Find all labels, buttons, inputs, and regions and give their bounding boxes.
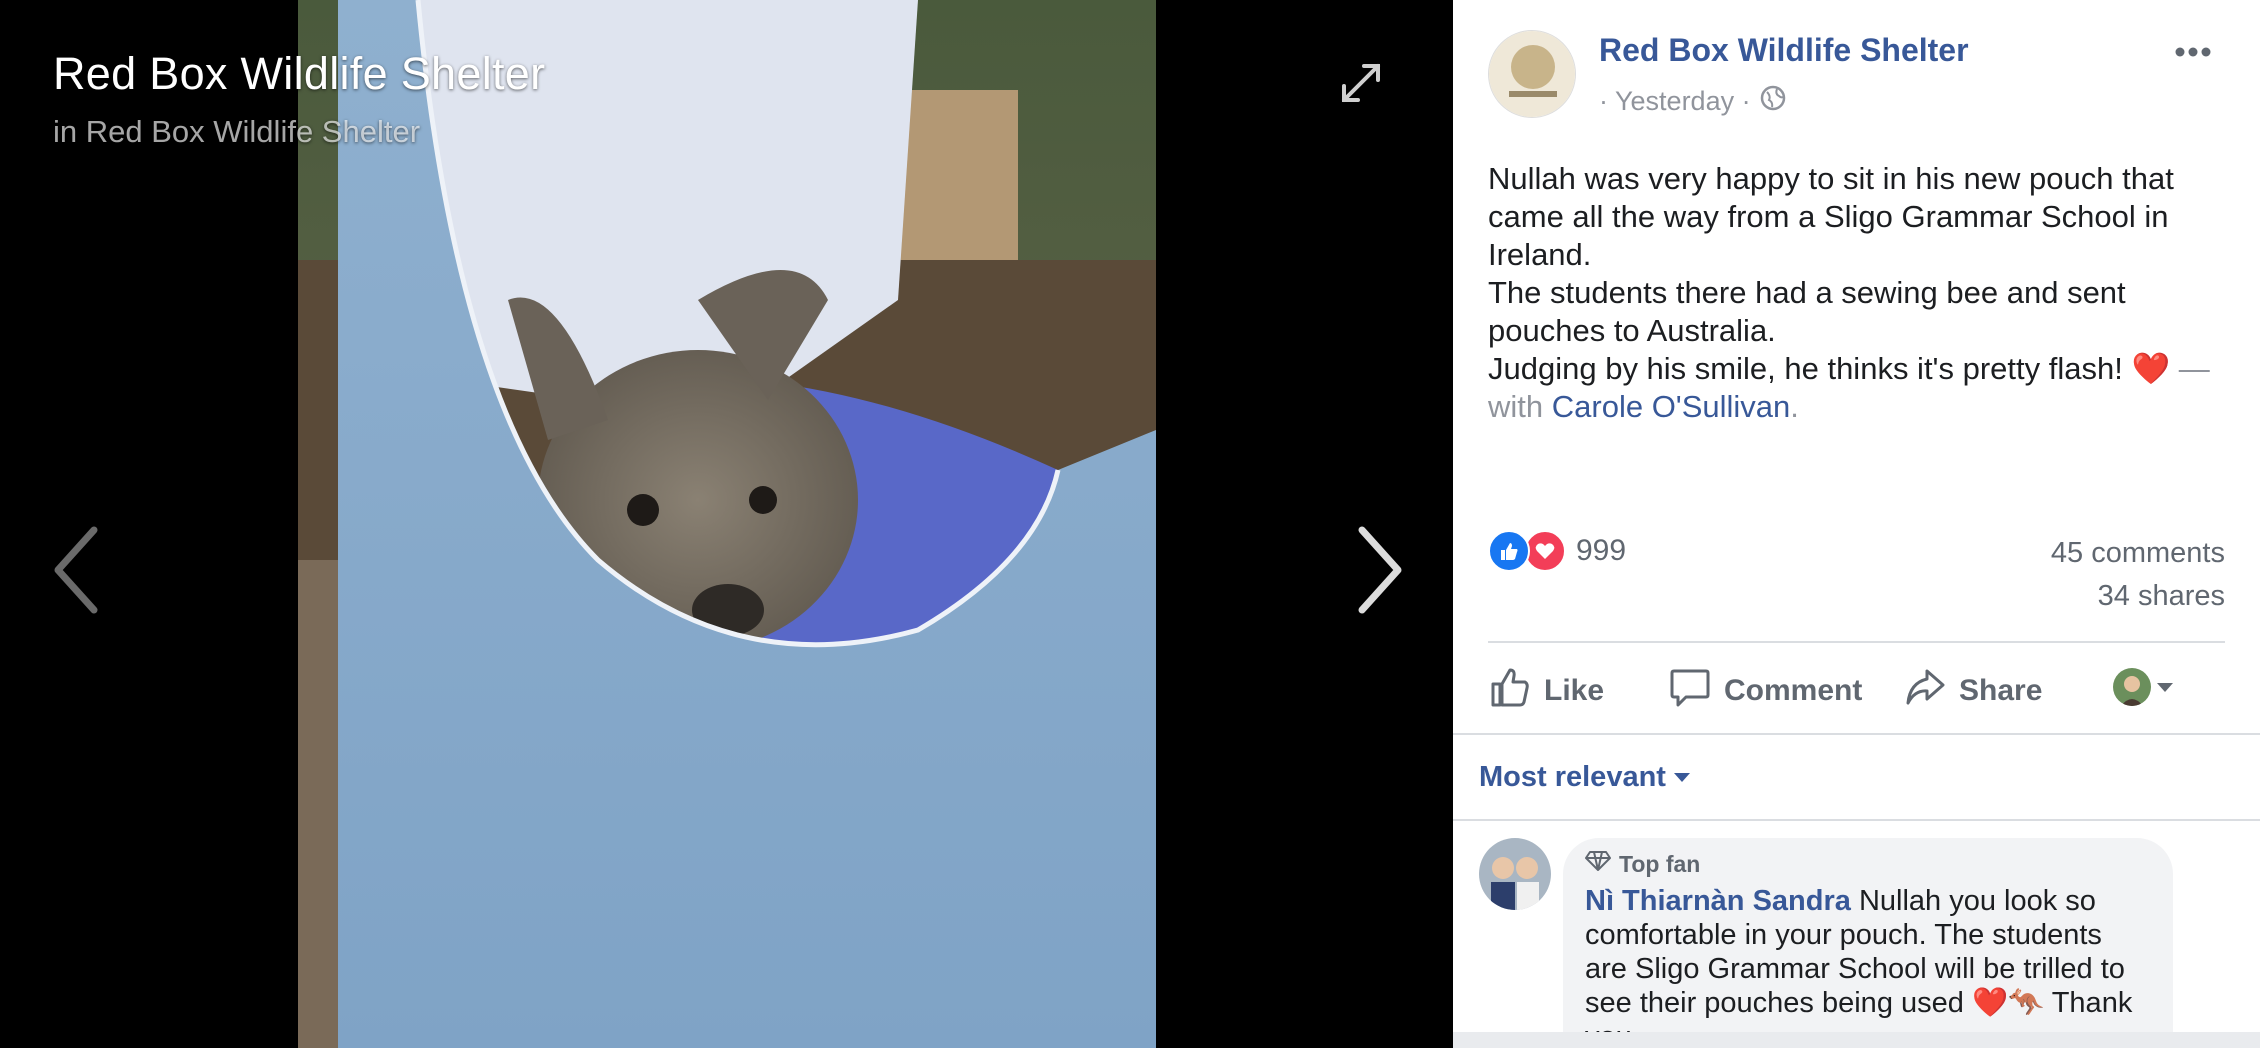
more-options-icon[interactable] — [2168, 32, 2218, 72]
sort-label: Most relevant — [1479, 761, 1666, 793]
diamond-icon — [1585, 850, 1611, 878]
post-panel: Red Box Wildlife Shelter · Yesterday · N… — [1453, 0, 2260, 1048]
sort-dropdown[interactable]: Most relevant — [1479, 761, 1690, 794]
like-button[interactable]: Like — [1488, 665, 1604, 717]
top-fan-label: Top fan — [1619, 850, 1701, 877]
top-fan-badge: Top fan — [1585, 850, 2151, 878]
post-text-line-2: The students there had a sewing bee and … — [1488, 275, 2126, 348]
share-button[interactable]: Share — [1903, 665, 2042, 717]
chevron-right-icon[interactable] — [1350, 520, 1410, 620]
with-label: with — [1488, 389, 1544, 424]
comment-author-link[interactable]: Nì Thiarnàn Sandra — [1585, 885, 1851, 917]
in-label: in — [53, 114, 78, 149]
viewer-page-context: in Red Box Wildlife Shelter — [53, 114, 420, 150]
comment-icon — [1668, 665, 1712, 717]
share-label: Share — [1959, 674, 2043, 707]
thumbs-up-icon — [1488, 665, 1532, 717]
comment-button[interactable]: Comment — [1668, 665, 1862, 717]
photo-viewer: Red Box Wildlife Shelter in Red Box Wild… — [0, 0, 1453, 1048]
love-reaction-icon — [1524, 530, 1566, 572]
like-label: Like — [1544, 674, 1605, 707]
viewer-page-link[interactable]: Red Box Wildlife Shelter — [86, 114, 420, 149]
post-text-line-1: Nullah was very happy to sit in his new … — [1488, 161, 2174, 272]
with-dash: — — [2178, 351, 2210, 386]
comment-emojis: ❤️🦘 — [1971, 987, 2045, 1019]
post-body: Nullah was very happy to sit in his new … — [1488, 160, 2223, 426]
shares-count[interactable]: 34 shares — [2098, 580, 2225, 613]
comments-count[interactable]: 45 comments — [2051, 537, 2225, 570]
commenter-avatar[interactable] — [1479, 838, 1551, 910]
page-name-link[interactable]: Red Box Wildlife Shelter — [1599, 32, 1969, 69]
viewer-page-title[interactable]: Red Box Wildlife Shelter — [53, 48, 545, 100]
like-reaction-icon — [1488, 530, 1530, 572]
globe-icon — [1759, 84, 1787, 119]
reaction-avatar-picker[interactable] — [2113, 668, 2173, 706]
page-avatar[interactable] — [1488, 30, 1576, 118]
comment-label: Comment — [1724, 674, 1863, 707]
tagged-person-link[interactable]: Carole O'Sullivan — [1552, 389, 1791, 424]
divider — [1488, 641, 2225, 643]
tagged-period: . — [1790, 389, 1799, 424]
caret-down-icon — [1673, 773, 1690, 782]
post-time[interactable]: · Yesterday · — [1599, 86, 1751, 117]
user-avatar — [2113, 668, 2151, 706]
comment-text: Nì Thiarnàn Sandra Nullah you look so co… — [1585, 884, 2151, 1048]
post-text-line-3: Judging by his smile, he thinks it's pre… — [1488, 350, 2223, 426]
reactions-count: 999 — [1576, 534, 1627, 567]
heart-emoji: ❤️ — [2131, 351, 2171, 386]
expand-icon[interactable] — [1336, 58, 1386, 108]
chevron-left-icon[interactable] — [46, 520, 106, 620]
caret-down-icon — [2157, 682, 2173, 692]
bottom-scroll-edge — [1453, 1032, 2260, 1048]
comments-sort-bar: Most relevant — [1453, 733, 2260, 821]
photo[interactable] — [298, 0, 1156, 1048]
joey-in-pouch-photo — [298, 0, 1156, 1048]
reactions-summary[interactable]: 999 — [1488, 530, 1626, 572]
share-icon — [1903, 665, 1947, 717]
post-text-line-3-text: Judging by his smile, he thinks it's pre… — [1488, 351, 2123, 386]
post-meta: · Yesterday · — [1599, 84, 1787, 119]
comment-bubble: Top fan Nì Thiarnàn Sandra Nullah you lo… — [1563, 838, 2173, 1048]
